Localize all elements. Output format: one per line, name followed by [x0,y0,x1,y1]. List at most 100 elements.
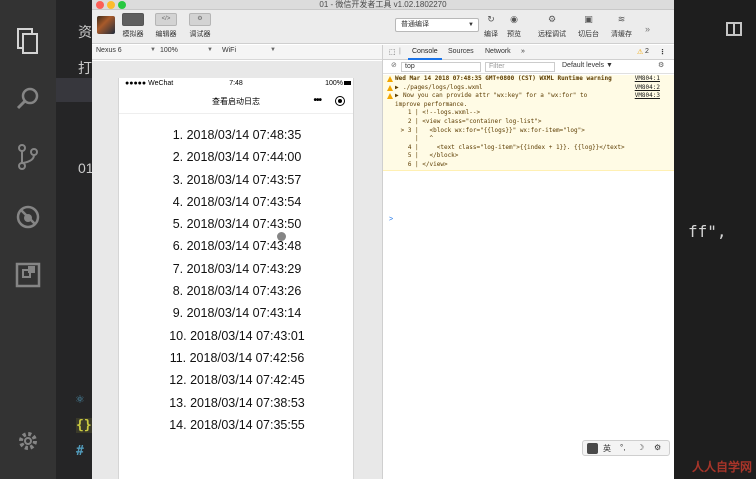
clock-text: 7:48 [229,80,243,87]
moon-icon[interactable]: ☽ [637,443,644,452]
warning-count-icon: ⚠ [637,49,644,56]
code-icon: </> [155,13,177,26]
code-line-text: 6 | </view> [397,160,448,168]
expand-arrow-icon[interactable]: ▶ [395,84,399,93]
code-line: 6 | </view> [383,161,674,170]
simulator-label: 模拟器 [122,31,144,38]
tab-console[interactable]: Console [408,48,442,60]
warning-path-source-link[interactable]: VM804:2 [635,84,660,93]
input-method-bar: 英 °, ☽ ⚙ [582,440,670,456]
debug-icon: ⚙ [189,13,211,26]
search-icon[interactable] [13,84,43,114]
remote-debug-icon: ⚙ [547,14,557,24]
remote-debug-button[interactable]: ⚙ 远程调试 [538,13,566,39]
ime-logo-icon[interactable] [587,443,598,454]
warning-message-line-2: improve performance. [383,101,674,110]
debug-icon[interactable] [13,202,43,232]
clear-console-icon[interactable]: ⊘ [388,62,398,72]
ime-settings-icon[interactable]: ⚙ [654,443,661,452]
zoom-select[interactable]: 100% [160,47,178,54]
editor-label: 编辑器 [155,31,177,38]
editor-button[interactable]: </> 编辑器 [148,13,184,39]
watermark-logo: 人人自学网 [691,460,752,474]
warning-count: 2 [645,48,649,55]
sidebar-selected-row[interactable] [56,78,92,102]
mouse-cursor-icon [277,232,286,241]
avatar[interactable] [97,16,115,34]
sidebar-text-fragment: 打 [78,60,92,76]
more-dots-icon[interactable]: ••• [313,95,321,106]
vscode-sidebar: 资 打 01 ⚛ {} # [56,0,94,479]
inspect-icon[interactable]: ⬚ [389,48,396,56]
close-capsule-icon[interactable] [335,96,345,106]
vscode-editor: ff", [674,0,756,479]
debugger-button[interactable]: ⚙ 调试器 [182,13,218,39]
split-editor-icon[interactable] [726,22,742,36]
clear-cache-label: 清缓存 [611,31,632,38]
layers-icon: ≋ [617,14,626,24]
log-item: 2. 2018/03/14 07:44:00 [172,150,302,165]
log-item: 9. 2018/03/14 07:43:14 [172,306,302,321]
remote-debug-label: 远程调试 [538,31,566,38]
filter-input[interactable]: Filter [485,62,555,72]
warning-header-line: Wed Mar 14 2018 07:48:35 GMT+0800 (CST) … [383,75,674,84]
background-button[interactable]: ▣ 切后台 [578,13,599,39]
warning-path: ./pages/logs/logs.wxml [403,83,483,91]
expand-arrow-icon[interactable]: ▶ [395,92,399,101]
code-line-text: 1 | <!--logs.wxml--> [397,109,481,117]
clear-cache-button[interactable]: ≋ 清缓存 [611,13,632,39]
code-line: > 3 | <block wx:for="{{logs}}" wx:for-it… [383,127,674,136]
network-select[interactable]: WiFi [222,47,236,54]
chevron-down-icon: ▼ [207,47,213,53]
simulator-button[interactable]: 模拟器 [115,13,151,39]
debugger-label: 调试器 [189,31,211,38]
css-file-icon: # [76,444,84,459]
ime-language[interactable]: 英 [603,443,611,454]
compile-mode-value: 普通编译 [401,21,429,28]
sidebar-title-fragment: 资 [78,24,92,40]
compile-button[interactable]: ↻ 编译 [484,13,498,39]
code-line: 1 | <!--logs.wxml--> [383,109,674,118]
log-item: 7. 2018/03/14 07:43:29 [172,261,302,276]
switch-icon: ▣ [584,14,593,24]
context-select[interactable]: top [401,62,481,72]
extensions-icon[interactable] [13,260,43,290]
compile-mode-select[interactable]: 普通编译 ▼ [395,18,479,32]
tab-network[interactable]: Network [485,48,511,55]
log-item: 4. 2018/03/14 07:43:54 [172,194,302,209]
log-item: 14. 2018/03/14 07:35:55 [169,417,305,432]
warning-icon [387,84,393,91]
code-line-text: 5 | </block> [397,152,459,160]
window-title: 01 - 微信开发者工具 v1.02.1802270 [319,0,447,9]
log-item: 12. 2018/03/14 07:42:45 [169,373,305,388]
kebab-menu-icon[interactable]: ⋮ [659,48,666,56]
explorer-icon[interactable] [13,26,43,56]
desktop: 资 打 01 ⚛ {} # ff", 01 - 微信开发者工具 v1.02.18… [0,0,756,479]
punctuation-icon[interactable]: °, [620,443,625,452]
warning-source-link[interactable]: VM804:1 [635,75,660,84]
preview-button[interactable]: ◉ 预览 [507,13,521,39]
warning-message: Now you can provide attr "wx:key" for a … [403,92,588,100]
source-control-icon[interactable] [13,142,43,172]
settings-gear-icon[interactable] [13,426,43,456]
warning-message-source-link[interactable]: VM804:3 [635,92,660,101]
device-select[interactable]: Nexus 6 [96,47,122,54]
main-toolbar: 模拟器 </> 编辑器 ⚙ 调试器 普通编译 ▼ ↻ 编译 ◉ 预览 ⚙ 远程调… [92,10,674,44]
tab-more[interactable]: » [521,48,525,55]
preview-label: 预览 [507,31,521,38]
tab-sources[interactable]: Sources [448,48,474,55]
levels-select[interactable]: Default levels ▼ [559,62,649,72]
chevron-down-icon: ▼ [150,47,156,53]
console-settings-icon[interactable]: ⚙ [655,62,667,72]
eye-icon: ◉ [510,14,518,24]
warning-icon [387,93,393,100]
toolbar-more-icon[interactable]: » [645,24,650,34]
simulator-options-bar: Nexus 6 ▼ 100% ▼ WiFi ▼ [92,45,382,60]
log-item: 5. 2018/03/14 07:43:50 [172,217,302,232]
title-bar: 01 - 微信开发者工具 v1.02.1802270 [92,0,674,10]
log-item: 1. 2018/03/14 07:48:35 [172,128,302,142]
warning-message-line: ▶ Now you can provide attr "wx:key" for … [383,92,674,101]
console-prompt[interactable]: > [389,216,393,223]
code-line: 5 | </block> [383,152,674,161]
code-line: | ^ [383,135,674,144]
